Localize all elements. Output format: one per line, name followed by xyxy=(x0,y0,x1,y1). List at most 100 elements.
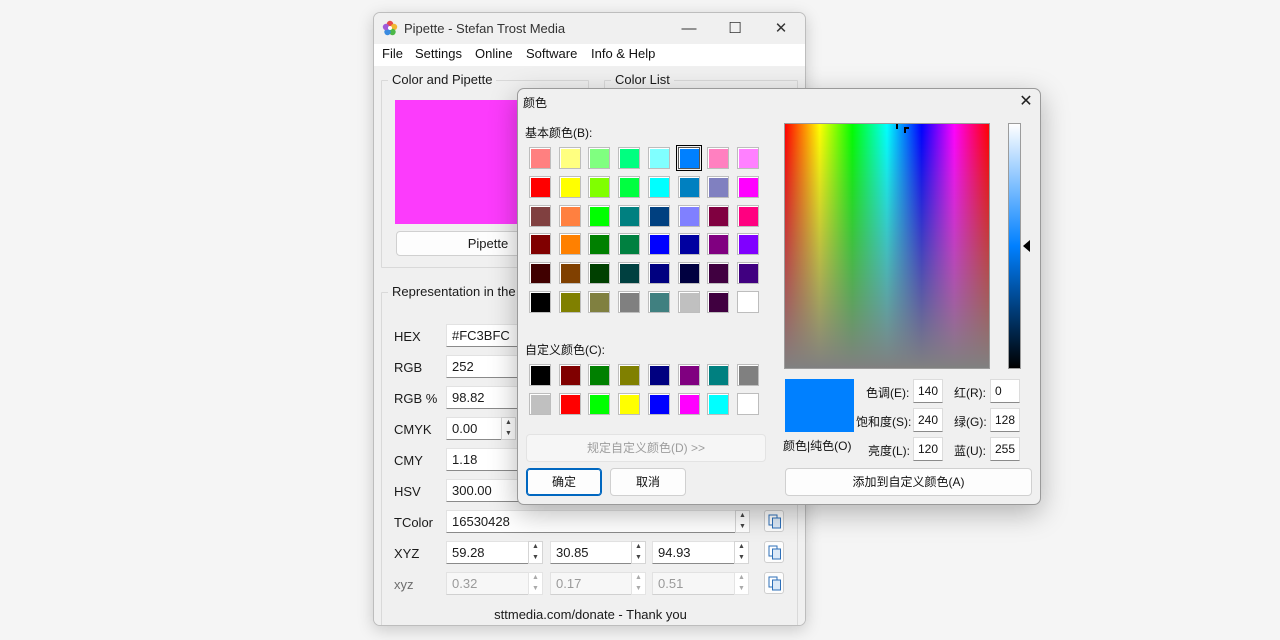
basic-color-swatch[interactable] xyxy=(736,147,759,169)
basic-color-swatch[interactable] xyxy=(736,204,759,227)
xyz-x-field[interactable]: 59.28 xyxy=(446,541,530,564)
luminance-slider[interactable] xyxy=(1008,123,1021,369)
xyz-y-spinner[interactable]: ▲ ▼ xyxy=(631,541,646,564)
basic-color-swatch[interactable] xyxy=(647,233,670,256)
spin-down-icon[interactable]: ▼ xyxy=(736,522,749,532)
xyz-copy-button[interactable] xyxy=(764,541,784,563)
add-to-custom-colors-button[interactable]: 添加到自定义颜色(A) xyxy=(785,468,1032,496)
color-spectrum-picker[interactable] xyxy=(784,123,990,369)
cancel-button[interactable]: 取消 xyxy=(610,468,686,496)
spin-up-icon[interactable]: ▲ xyxy=(529,542,542,552)
custom-color-swatch[interactable] xyxy=(707,392,730,415)
basic-color-swatch[interactable] xyxy=(558,291,581,313)
custom-color-swatch[interactable] xyxy=(647,364,670,386)
basic-color-swatch[interactable] xyxy=(677,175,700,198)
blue-field[interactable]: 255 xyxy=(990,437,1020,461)
donate-link[interactable]: sttmedia.com/donate - Thank you xyxy=(374,607,805,622)
custom-color-swatch[interactable] xyxy=(647,392,670,415)
basic-color-swatch[interactable] xyxy=(707,147,730,169)
basic-color-swatch[interactable] xyxy=(707,204,730,227)
basic-color-swatch[interactable] xyxy=(588,262,611,285)
custom-color-swatch[interactable] xyxy=(707,364,730,386)
menu-online[interactable]: Online xyxy=(473,46,515,61)
basic-color-swatch[interactable] xyxy=(558,175,581,198)
basic-color-swatch[interactable] xyxy=(558,147,581,169)
xyz-y-field[interactable]: 30.85 xyxy=(550,541,634,564)
custom-color-swatch[interactable] xyxy=(677,364,700,386)
red-field[interactable]: 0 xyxy=(990,379,1020,403)
basic-color-swatch[interactable] xyxy=(529,262,551,285)
basic-color-swatch[interactable] xyxy=(736,175,759,198)
basic-color-swatch[interactable] xyxy=(647,262,670,285)
tcolor-field[interactable]: 16530428 xyxy=(446,510,742,533)
custom-color-swatch[interactable] xyxy=(588,392,611,415)
xyz-x-spinner[interactable]: ▲ ▼ xyxy=(528,541,543,564)
cmyk-c-field[interactable]: 0.00 xyxy=(446,417,502,440)
minimize-button[interactable]: — xyxy=(666,16,712,42)
cmyk-c-spinner[interactable]: ▲ ▼ xyxy=(501,417,516,440)
menu-file[interactable]: File xyxy=(380,46,405,61)
basic-color-swatch[interactable] xyxy=(677,233,700,256)
custom-color-swatch[interactable] xyxy=(736,392,759,415)
xyz-lower-copy-button[interactable] xyxy=(764,572,784,594)
basic-color-swatch[interactable] xyxy=(677,262,700,285)
ok-button[interactable]: 确定 xyxy=(526,468,602,496)
basic-color-swatch[interactable] xyxy=(707,175,730,198)
basic-color-swatch[interactable] xyxy=(618,175,641,198)
basic-color-swatch[interactable] xyxy=(647,147,670,169)
close-button[interactable]: ✕ xyxy=(758,16,804,42)
menu-settings[interactable]: Settings xyxy=(413,46,464,61)
custom-color-swatch[interactable] xyxy=(677,392,700,415)
basic-color-swatch[interactable] xyxy=(736,291,759,313)
title-bar[interactable]: Pipette - Stefan Trost Media — ☐ ✕ xyxy=(374,13,805,44)
basic-color-swatch[interactable] xyxy=(647,291,670,313)
basic-color-swatch[interactable] xyxy=(707,233,730,256)
spin-up-icon[interactable]: ▲ xyxy=(632,542,645,552)
custom-color-swatch[interactable] xyxy=(618,392,641,415)
spin-up-icon[interactable]: ▲ xyxy=(502,418,515,428)
basic-color-swatch[interactable] xyxy=(588,233,611,256)
custom-color-swatch[interactable] xyxy=(618,364,641,386)
custom-color-swatch[interactable] xyxy=(529,364,551,386)
basic-color-swatch[interactable] xyxy=(588,291,611,313)
tcolor-copy-button[interactable] xyxy=(764,510,784,532)
basic-color-swatch[interactable] xyxy=(529,204,551,227)
basic-color-swatch[interactable] xyxy=(558,204,581,227)
basic-color-swatch[interactable] xyxy=(618,291,641,313)
spin-down-icon[interactable]: ▼ xyxy=(735,553,748,563)
basic-color-swatch[interactable] xyxy=(618,233,641,256)
basic-color-swatch[interactable] xyxy=(736,262,759,285)
basic-color-swatch[interactable] xyxy=(675,145,702,171)
spin-up-icon[interactable]: ▲ xyxy=(735,542,748,552)
basic-color-swatch[interactable] xyxy=(736,233,759,256)
tcolor-spinner[interactable]: ▲ ▼ xyxy=(735,510,750,533)
spin-down-icon[interactable]: ▼ xyxy=(529,553,542,563)
basic-color-swatch[interactable] xyxy=(588,175,611,198)
xyz-z-spinner[interactable]: ▲ ▼ xyxy=(734,541,749,564)
menu-info-help[interactable]: Info & Help xyxy=(589,46,657,61)
spin-down-icon[interactable]: ▼ xyxy=(502,429,515,439)
basic-color-swatch[interactable] xyxy=(707,262,730,285)
basic-color-swatch[interactable] xyxy=(647,175,670,198)
custom-color-swatch[interactable] xyxy=(736,364,759,386)
basic-color-swatch[interactable] xyxy=(558,262,581,285)
basic-color-swatch[interactable] xyxy=(529,291,551,313)
basic-color-swatch[interactable] xyxy=(618,262,641,285)
menu-software[interactable]: Software xyxy=(524,46,579,61)
basic-color-swatch[interactable] xyxy=(558,233,581,256)
dialog-close-button[interactable]: ✕ xyxy=(1014,91,1038,113)
spin-up-icon[interactable]: ▲ xyxy=(736,511,749,521)
hue-field[interactable]: 140 xyxy=(913,379,943,403)
maximize-button[interactable]: ☐ xyxy=(712,16,758,42)
luminance-arrow-icon[interactable] xyxy=(1023,240,1030,252)
custom-color-swatch[interactable] xyxy=(558,392,581,415)
basic-color-swatch[interactable] xyxy=(677,204,700,227)
green-field[interactable]: 128 xyxy=(990,408,1020,432)
luminance-field[interactable]: 120 xyxy=(913,437,943,461)
basic-color-swatch[interactable] xyxy=(618,147,641,169)
basic-color-swatch[interactable] xyxy=(588,147,611,169)
saturation-field[interactable]: 240 xyxy=(913,408,943,432)
custom-color-swatch[interactable] xyxy=(558,364,581,386)
basic-color-swatch[interactable] xyxy=(529,175,551,198)
basic-color-swatch[interactable] xyxy=(529,147,551,169)
